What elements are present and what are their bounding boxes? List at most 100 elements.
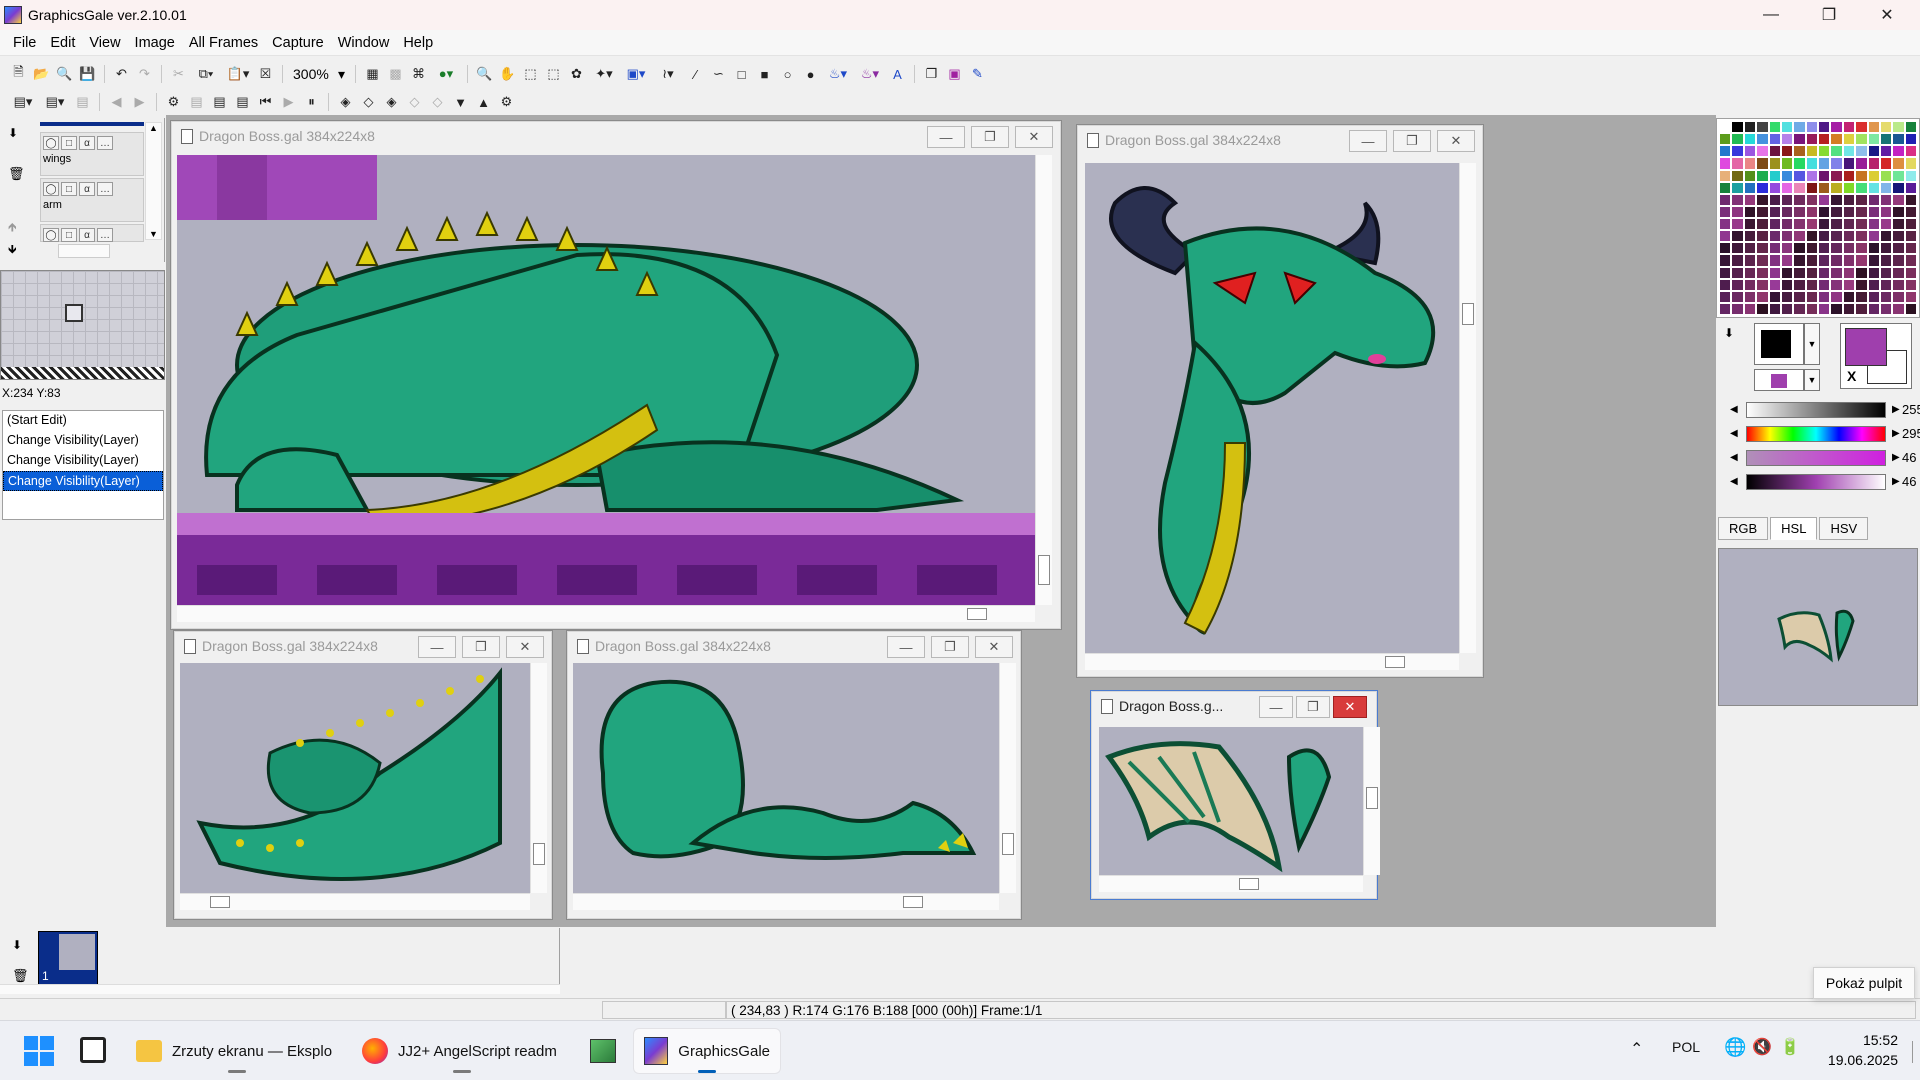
menu-image[interactable]: Image	[128, 35, 182, 51]
tray-language[interactable]: POL	[1672, 1039, 1700, 1055]
slider-right-arrow[interactable]: ▶	[1892, 452, 1900, 463]
palette-swatch[interactable]	[1892, 266, 1905, 279]
palette-swatch[interactable]	[1756, 230, 1769, 243]
rectangle-icon[interactable]: □	[731, 64, 752, 84]
palette-swatch[interactable]	[1768, 266, 1781, 279]
layer-import-icon[interactable]: ⬇	[8, 126, 18, 140]
palette-swatch[interactable]	[1818, 230, 1831, 243]
palette-swatch[interactable]	[1768, 278, 1781, 291]
paste-icon[interactable]: 📋▾	[223, 64, 253, 84]
palette-swatch[interactable]	[1719, 205, 1732, 218]
palette-swatch[interactable]	[1731, 121, 1744, 134]
globe-icon[interactable]: 🌐	[1724, 1037, 1746, 1058]
child-minimize-button[interactable]: —	[927, 126, 965, 148]
palette-swatch[interactable]	[1879, 181, 1893, 194]
tray-chevron-up-icon[interactable]: ⌃	[1630, 1039, 1643, 1059]
layer-row-partial[interactable]: ◯ □ α…	[40, 224, 144, 242]
palette-swatch[interactable]	[1830, 181, 1843, 194]
history-item-selected[interactable]: Change Visibility(Layer)	[3, 471, 163, 491]
palette-swatch[interactable]	[1842, 169, 1856, 182]
palette-swatch[interactable]	[1904, 242, 1917, 255]
transform-icon[interactable]: ▣▾	[621, 64, 651, 84]
palette-swatch[interactable]	[1793, 302, 1806, 315]
palette-swatch[interactable]	[1818, 218, 1831, 231]
layer-down-icon[interactable]: ▼	[450, 92, 471, 112]
palette-swatch[interactable]	[1855, 278, 1868, 291]
palette-swatch[interactable]	[1867, 181, 1880, 194]
palette-swatch[interactable]	[1756, 254, 1769, 267]
palette-swatch[interactable]	[1768, 290, 1781, 303]
palette-swatch[interactable]	[1904, 290, 1917, 303]
palette-swatch[interactable]	[1842, 133, 1856, 146]
palette-swatch[interactable]	[1743, 181, 1757, 194]
gradient-fill-icon[interactable]: ♨▾	[855, 64, 885, 84]
hand-tool-icon[interactable]: ✋	[497, 64, 518, 84]
palette-swatch[interactable]	[1731, 145, 1744, 158]
palette-swatch[interactable]	[1879, 230, 1893, 243]
palette-swatch[interactable]	[1830, 145, 1843, 158]
frame-thumbnail[interactable]: 1	[38, 931, 98, 985]
palette-swatch[interactable]	[1892, 230, 1905, 243]
navigator-panel[interactable]	[0, 270, 165, 380]
palette-swatch[interactable]	[1867, 205, 1880, 218]
filled-rectangle-icon[interactable]: ■	[754, 64, 775, 84]
layer-up-icon[interactable]: ▲	[473, 92, 494, 112]
palette-swatch[interactable]	[1904, 254, 1917, 267]
palette-swatch[interactable]	[1830, 302, 1843, 315]
palette-swatch[interactable]	[1892, 121, 1905, 134]
palette-swatch[interactable]	[1805, 133, 1818, 146]
palette-swatch[interactable]	[1731, 157, 1744, 170]
ellipse-icon[interactable]: ○	[777, 64, 798, 84]
palette-swatch[interactable]	[1719, 218, 1732, 231]
palette-swatch[interactable]	[1855, 145, 1868, 158]
palette-swatch[interactable]	[1780, 193, 1794, 206]
palette-swatch[interactable]	[1805, 145, 1818, 158]
magic-wand-icon[interactable]: ✦▾	[589, 64, 619, 84]
palette-swatch[interactable]	[1892, 157, 1905, 170]
first-frame-icon[interactable]: ⏮	[255, 92, 276, 112]
palette-swatch[interactable]	[1904, 181, 1917, 194]
palette-swatch[interactable]	[1768, 242, 1781, 255]
palette-swatch[interactable]	[1793, 193, 1806, 206]
taskbar-item-editor[interactable]	[580, 1029, 626, 1073]
palette-swatch[interactable]	[1904, 157, 1917, 170]
palette-swatch[interactable]	[1892, 254, 1905, 267]
palette-swatch[interactable]	[1780, 302, 1794, 315]
taskbar-item-explorer[interactable]: Zrzuty ekranu — Eksplo	[126, 1029, 348, 1073]
primary-color-well[interactable]	[1754, 323, 1804, 365]
wings-canvas[interactable]	[1099, 727, 1363, 875]
palette-swatch[interactable]	[1830, 254, 1843, 267]
palette-swatch[interactable]	[1805, 278, 1818, 291]
more-icon[interactable]: …	[97, 228, 113, 242]
palette-swatch[interactable]	[1830, 230, 1843, 243]
pen-icon[interactable]: ✎	[967, 64, 988, 84]
palette-swatch[interactable]	[1743, 218, 1757, 231]
palette-swatch[interactable]	[1719, 145, 1732, 158]
layer-move-up-icon[interactable]: 🡹	[8, 218, 17, 239]
history-item[interactable]: Change Visibility(Layer)	[3, 431, 163, 451]
frame-window-icon[interactable]: ▣	[944, 64, 965, 84]
palette-swatch[interactable]	[1879, 121, 1893, 134]
palette-swatch[interactable]	[1756, 278, 1769, 291]
palette-swatch[interactable]	[1805, 218, 1818, 231]
lock-icon[interactable]: □	[61, 182, 77, 196]
palette-swatch[interactable]	[1904, 230, 1917, 243]
layer-scrollbar[interactable]: ▲ ▼	[145, 122, 162, 240]
child-close-button[interactable]: ✕	[1015, 126, 1053, 148]
palette-swatch[interactable]	[1842, 193, 1856, 206]
slider-left-arrow[interactable]: ◀	[1730, 476, 1738, 487]
palette-swatch[interactable]	[1719, 157, 1732, 170]
onion-icon[interactable]: ▤	[186, 92, 207, 112]
palette-swatch[interactable]	[1867, 290, 1880, 303]
palette-swatch[interactable]	[1842, 205, 1856, 218]
layer-trash-icon[interactable]: 🗑	[8, 166, 25, 182]
horizontal-scrollbar[interactable]	[180, 893, 530, 910]
palette-swatch[interactable]	[1731, 181, 1744, 194]
more-icon[interactable]: …	[97, 182, 113, 196]
palette-swatch[interactable]	[1892, 278, 1905, 291]
palette-swatch[interactable]	[1855, 133, 1868, 146]
taskbar-item-graphicsgale[interactable]: GraphicsGale	[634, 1029, 780, 1073]
slider-right-arrow[interactable]: ▶	[1892, 428, 1900, 439]
palette-swatch[interactable]	[1731, 230, 1744, 243]
palette-swatch[interactable]	[1780, 290, 1794, 303]
